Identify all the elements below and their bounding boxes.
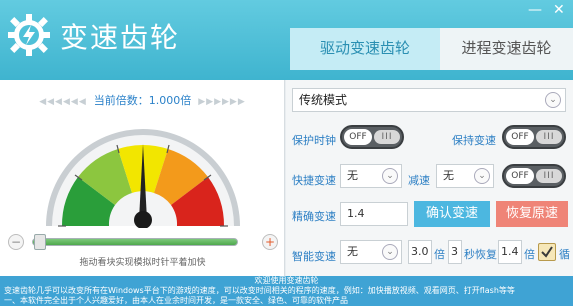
toggle-grip: III xyxy=(536,169,562,183)
chevron-down-icon: ⌄ xyxy=(382,244,398,260)
mode-select[interactable]: 传统模式 ⌄ xyxy=(292,88,566,112)
slider-hint: 拖动看块实现模拟时针平着加快 xyxy=(79,258,206,268)
gear-bolt-icon xyxy=(8,14,50,56)
chevron-down-icon: ⌄ xyxy=(382,168,398,184)
controls-panel: 传统模式 ⌄ 保护时钟 OFF III 保持变速 OFF III 快捷变速 无 … xyxy=(286,80,573,276)
footer-line3: 一、本软件完全出于个人兴趣爱好，由本人在业余时间开发，是一款安全、绿色、可靠的软… xyxy=(4,296,348,305)
keep-speed-label: 保持变速 xyxy=(452,134,496,147)
chevron-down-icon: ⌄ xyxy=(474,168,490,184)
left-arrows: ◀◀◀◀◀◀ xyxy=(39,97,87,107)
smart-speed-select[interactable]: 无 ⌄ xyxy=(340,240,402,264)
hotkey-speed-select[interactable]: 无 ⌄ xyxy=(340,164,402,188)
factor-input[interactable]: 3.0 xyxy=(408,240,432,264)
slider-track[interactable] xyxy=(32,238,238,246)
confirm-speed-button[interactable]: 确认变速 xyxy=(414,201,490,227)
times2-label: 倍 xyxy=(524,248,535,261)
factor2-input[interactable]: 1.4 xyxy=(498,240,522,264)
protect-clock-label: 保护时钟 xyxy=(292,134,336,147)
footer-line1: 欢迎使用变速齿轮 xyxy=(254,276,319,285)
cycle-checkbox[interactable] xyxy=(538,243,556,261)
restore-speed-button[interactable]: 恢复原速 xyxy=(496,201,568,227)
toggle-grip: III xyxy=(374,130,400,144)
right-arrows: ▶▶▶▶▶▶ xyxy=(198,97,246,107)
tab-driver-gear[interactable]: 驱动变速齿轮 xyxy=(290,28,440,70)
keep-speed-toggle[interactable]: OFF III xyxy=(502,125,566,149)
slow-down-select[interactable]: 无 ⌄ xyxy=(436,164,494,188)
check-icon xyxy=(541,246,553,258)
rate-readout: ◀◀◀◀◀◀ 当前倍数：1.000倍 ▶▶▶▶▶▶ xyxy=(0,92,285,108)
increase-button[interactable]: + xyxy=(262,234,278,250)
title-bar: 变速齿轮 — ✕ 驱动变速齿轮 进程变速齿轮 xyxy=(0,0,573,80)
toggle-off-text: OFF xyxy=(506,129,534,145)
seconds-input[interactable]: 3 xyxy=(448,240,462,264)
times-label: 倍 xyxy=(434,248,445,261)
speed-slider[interactable]: − + xyxy=(8,232,278,252)
speed-gauge xyxy=(46,129,240,228)
hotkey-speed-value: 无 xyxy=(347,169,358,182)
tab-process-gear[interactable]: 进程变速齿轮 xyxy=(440,28,573,70)
current-rate: 当前倍数：1.000倍 xyxy=(93,94,192,107)
toggle-grip: III xyxy=(536,130,562,144)
toggle-off-text: OFF xyxy=(506,168,534,184)
slider-thumb[interactable] xyxy=(34,234,46,250)
mode-value: 传统模式 xyxy=(299,93,348,107)
hotkey-speed-label: 快捷变速 xyxy=(292,174,336,187)
footer-line2: 变速齿轮几乎可以改变所有在Windows平台下的游戏的速度，可以改变时间相关的程… xyxy=(4,286,515,295)
cycle-label: 循 xyxy=(559,248,570,261)
toggle-off-text: OFF xyxy=(344,129,372,145)
chevron-down-icon: ⌄ xyxy=(545,92,561,108)
slow-down-label: 减速 xyxy=(408,174,430,187)
smart-speed-value: 无 xyxy=(347,245,358,258)
smart-speed-label: 智能变速 xyxy=(292,250,336,263)
footer-notice: 欢迎使用变速齿轮 变速齿轮几乎可以改变所有在Windows平台下的游戏的速度，可… xyxy=(0,276,573,306)
protect-clock-toggle[interactable]: OFF III xyxy=(340,125,404,149)
gauge-panel: ◀◀◀◀◀◀ 当前倍数：1.000倍 ▶▶▶▶▶▶ − + 拖动看块实现模拟时针… xyxy=(0,80,285,276)
precise-speed-input[interactable]: 1.4 xyxy=(340,202,408,226)
slow-down-toggle[interactable]: OFF III xyxy=(502,164,566,188)
minimize-button[interactable]: — xyxy=(528,2,542,18)
app-title: 变速齿轮 xyxy=(60,21,181,54)
sec-restore-label: 秒恢复 xyxy=(464,248,497,261)
precise-speed-label: 精确变速 xyxy=(292,210,336,223)
decrease-button[interactable]: − xyxy=(8,234,24,250)
slow-down-value: 无 xyxy=(443,169,454,182)
close-button[interactable]: ✕ xyxy=(553,2,565,18)
